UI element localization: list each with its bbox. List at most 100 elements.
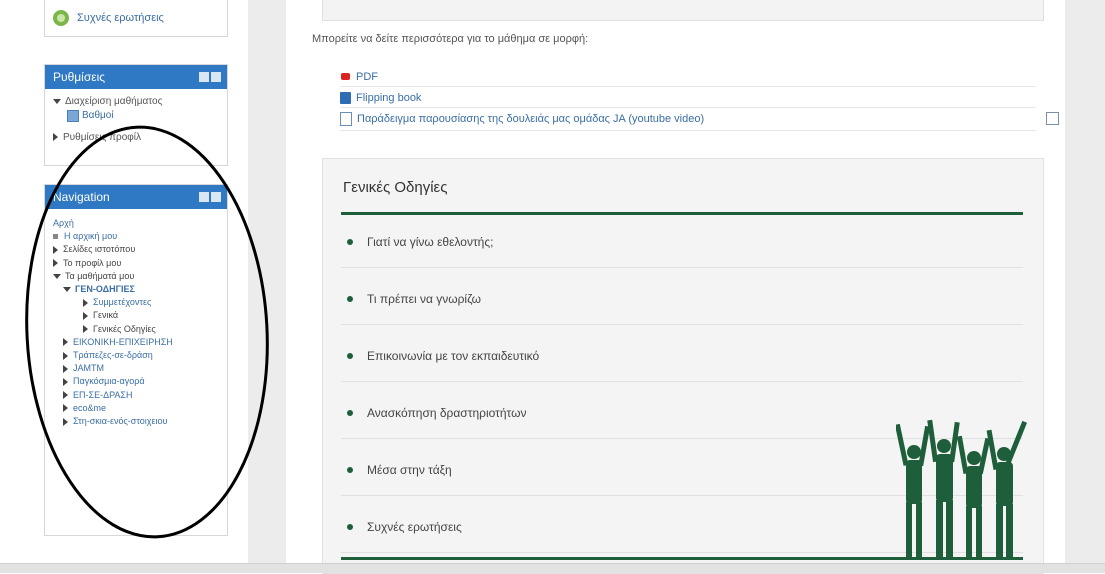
nav-general-instructions[interactable]: Γενικές Οδηγίες — [53, 323, 219, 336]
document-icon — [340, 111, 352, 126]
top-panel — [322, 0, 1044, 21]
completion-checkbox[interactable] — [1046, 112, 1059, 125]
topic-item[interactable]: Γιατί να γίνω εθελοντής; — [341, 217, 1023, 268]
dock-icon[interactable] — [199, 72, 209, 82]
nav-course-item[interactable]: Στη-σκια-ενός-στοιχειου — [53, 415, 219, 428]
example-video-link[interactable]: Παράδειγμα παρουσίασης της δουλειάς μας … — [340, 108, 704, 129]
nav-participants[interactable]: Συμμετέχοντες — [53, 296, 219, 309]
flipping-book-label: Flipping book — [356, 91, 422, 104]
bullet-icon — [347, 467, 353, 473]
collapsed-arrow-icon — [53, 259, 58, 268]
collapsed-arrow-icon — [53, 246, 58, 255]
nav-my-courses-label: Τα μαθήματά μου — [65, 270, 135, 281]
course-admin-item[interactable]: Διαχείριση μαθήματος — [53, 95, 219, 109]
nav-site-pages[interactable]: Σελίδες ιστοτόπου — [53, 243, 219, 256]
nav-site-pages-label: Σελίδες ιστοτόπου — [63, 244, 136, 255]
topic-item[interactable]: Τι πρέπει να γνωρίζω — [341, 274, 1023, 325]
topic-label: Τι πρέπει να γνωρίζω — [367, 292, 481, 306]
navigation-block: Navigation Αρχή Η αρχική μου Σελίδες ιστ… — [44, 184, 228, 536]
expanded-arrow-icon — [63, 287, 71, 293]
collapsed-arrow-icon — [63, 391, 68, 400]
divider — [340, 130, 1036, 131]
nav-course-label: eco&me — [73, 402, 107, 413]
nav-course-item[interactable]: ΕΠ-ΣΕ-ΔΡΑΣΗ — [53, 389, 219, 402]
nav-course-item[interactable]: JAMTM — [53, 362, 219, 375]
topic-label: Επικοινωνία με τον εκπαιδευτικό — [367, 349, 540, 363]
children-silhouette-image — [896, 419, 1028, 558]
nav-course-label: Στη-σκια-ενός-στοιχειου — [73, 416, 168, 427]
collapsed-arrow-icon — [83, 325, 88, 334]
bullet-icon — [347, 524, 353, 530]
nav-general-instructions-label: Γενικές Οδηγίες — [93, 323, 156, 334]
grades-label: Βαθμοί — [82, 110, 114, 121]
nav-course-label: ΕΠ-ΣΕ-ΔΡΑΣΗ — [73, 389, 133, 400]
block-controls[interactable] — [199, 72, 221, 82]
topic-label: Μέσα στην τάξη — [367, 463, 452, 477]
nav-course-label: Τράπεζες-σε-δράση — [73, 350, 153, 361]
flipping-book-link[interactable]: Flipping book — [340, 87, 704, 108]
settings-block: Ρυθμίσεις Διαχείριση μαθήματος Βαθμοί Ρυ… — [44, 64, 228, 166]
general-instructions-section: Γενικές Οδηγίες Γιατί να γίνω εθελοντής;… — [322, 158, 1044, 574]
column-gutter — [248, 0, 286, 572]
nav-my-home[interactable]: Η αρχική μου — [53, 230, 219, 243]
bullet-icon — [347, 410, 353, 416]
course-admin-label: Διαχείριση μαθήματος — [65, 96, 163, 107]
settings-title: Ρυθμίσεις — [53, 70, 106, 84]
nav-my-home-label: Η αρχική μου — [64, 231, 118, 242]
grades-link[interactable]: Βαθμοί — [53, 109, 219, 123]
section-divider — [341, 212, 1023, 215]
collapsed-arrow-icon — [63, 351, 68, 360]
right-gutter — [1065, 0, 1105, 572]
expanded-arrow-icon — [53, 98, 61, 104]
collapsed-arrow-icon — [63, 338, 68, 347]
nav-current-course-label: ΓΕΝ-ΟΔΗΓΙΕΣ — [75, 284, 135, 295]
faq-icon — [53, 10, 69, 26]
section-title: Γενικές Οδηγίες — [343, 179, 448, 196]
nav-course-label: JAMTM — [73, 363, 104, 374]
nav-my-courses[interactable]: Τα μαθήματά μου — [53, 270, 219, 283]
nav-course-item[interactable]: Παγκόσμια-αγορά — [53, 375, 219, 388]
dock-icon[interactable] — [199, 192, 209, 202]
collapsed-arrow-icon — [83, 312, 88, 321]
navigation-title: Navigation — [53, 190, 110, 204]
settings-body: Διαχείριση μαθήματος Βαθμοί Ρυθμίσεις πρ… — [45, 89, 227, 151]
nav-general-label: Γενικά — [93, 310, 119, 321]
nav-course-label: ΕΙΚΟΝΙΚΗ-ΕΠΙΧΕΙΡΗΣΗ — [73, 336, 173, 347]
collapse-icon[interactable] — [211, 72, 221, 82]
bullet-icon — [53, 234, 58, 240]
nav-participants-label: Συμμετέχοντες — [93, 297, 152, 308]
expanded-arrow-icon — [53, 273, 61, 279]
block-controls[interactable] — [199, 192, 221, 202]
nav-general[interactable]: Γενικά — [53, 309, 219, 322]
profile-settings-item[interactable]: Ρυθμίσεις προφίλ — [53, 131, 219, 145]
collapsed-arrow-icon — [63, 404, 68, 413]
left-gutter — [0, 0, 36, 572]
nav-course-label: Παγκόσμια-αγορά — [73, 376, 145, 387]
collapsed-arrow-icon — [53, 133, 58, 142]
bullet-icon — [347, 239, 353, 245]
faq-block: Συχνές ερωτήσεις — [44, 0, 228, 37]
navigation-header: Navigation — [45, 185, 227, 209]
collapsed-arrow-icon — [83, 298, 88, 307]
bullet-icon — [347, 353, 353, 359]
nav-course-item[interactable]: eco&me — [53, 402, 219, 415]
faq-label: Συχνές ερωτήσεις — [77, 12, 164, 24]
book-icon — [340, 91, 351, 104]
divider — [340, 107, 1036, 108]
example-video-label: Παράδειγμα παρουσίασης της δουλειάς μας … — [357, 112, 705, 125]
nav-current-course[interactable]: ΓΕΝ-ΟΔΗΓΙΕΣ — [53, 283, 219, 296]
collapsed-arrow-icon — [63, 417, 68, 426]
collapse-icon[interactable] — [211, 192, 221, 202]
nav-course-item[interactable]: ΕΙΚΟΝΙΚΗ-ΕΠΙΧΕΙΡΗΣΗ — [53, 336, 219, 349]
navigation-tree: Αρχή Η αρχική μου Σελίδες ιστοτόπου Το π… — [45, 209, 227, 436]
nav-my-profile[interactable]: Το προφίλ μου — [53, 257, 219, 270]
nav-course-item[interactable]: Τράπεζες-σε-δράση — [53, 349, 219, 362]
faq-link[interactable]: Συχνές ερωτήσεις — [53, 10, 164, 26]
settings-header: Ρυθμίσεις — [45, 65, 227, 89]
nav-home[interactable]: Αρχή — [53, 217, 219, 230]
topic-label: Ανασκόπηση δραστηριοτήτων — [367, 406, 527, 420]
pdf-link[interactable]: PDF — [340, 66, 704, 87]
topic-item[interactable]: Επικοινωνία με τον εκπαιδευτικό — [341, 331, 1023, 382]
bullet-icon — [347, 296, 353, 302]
pdf-icon — [340, 71, 351, 82]
